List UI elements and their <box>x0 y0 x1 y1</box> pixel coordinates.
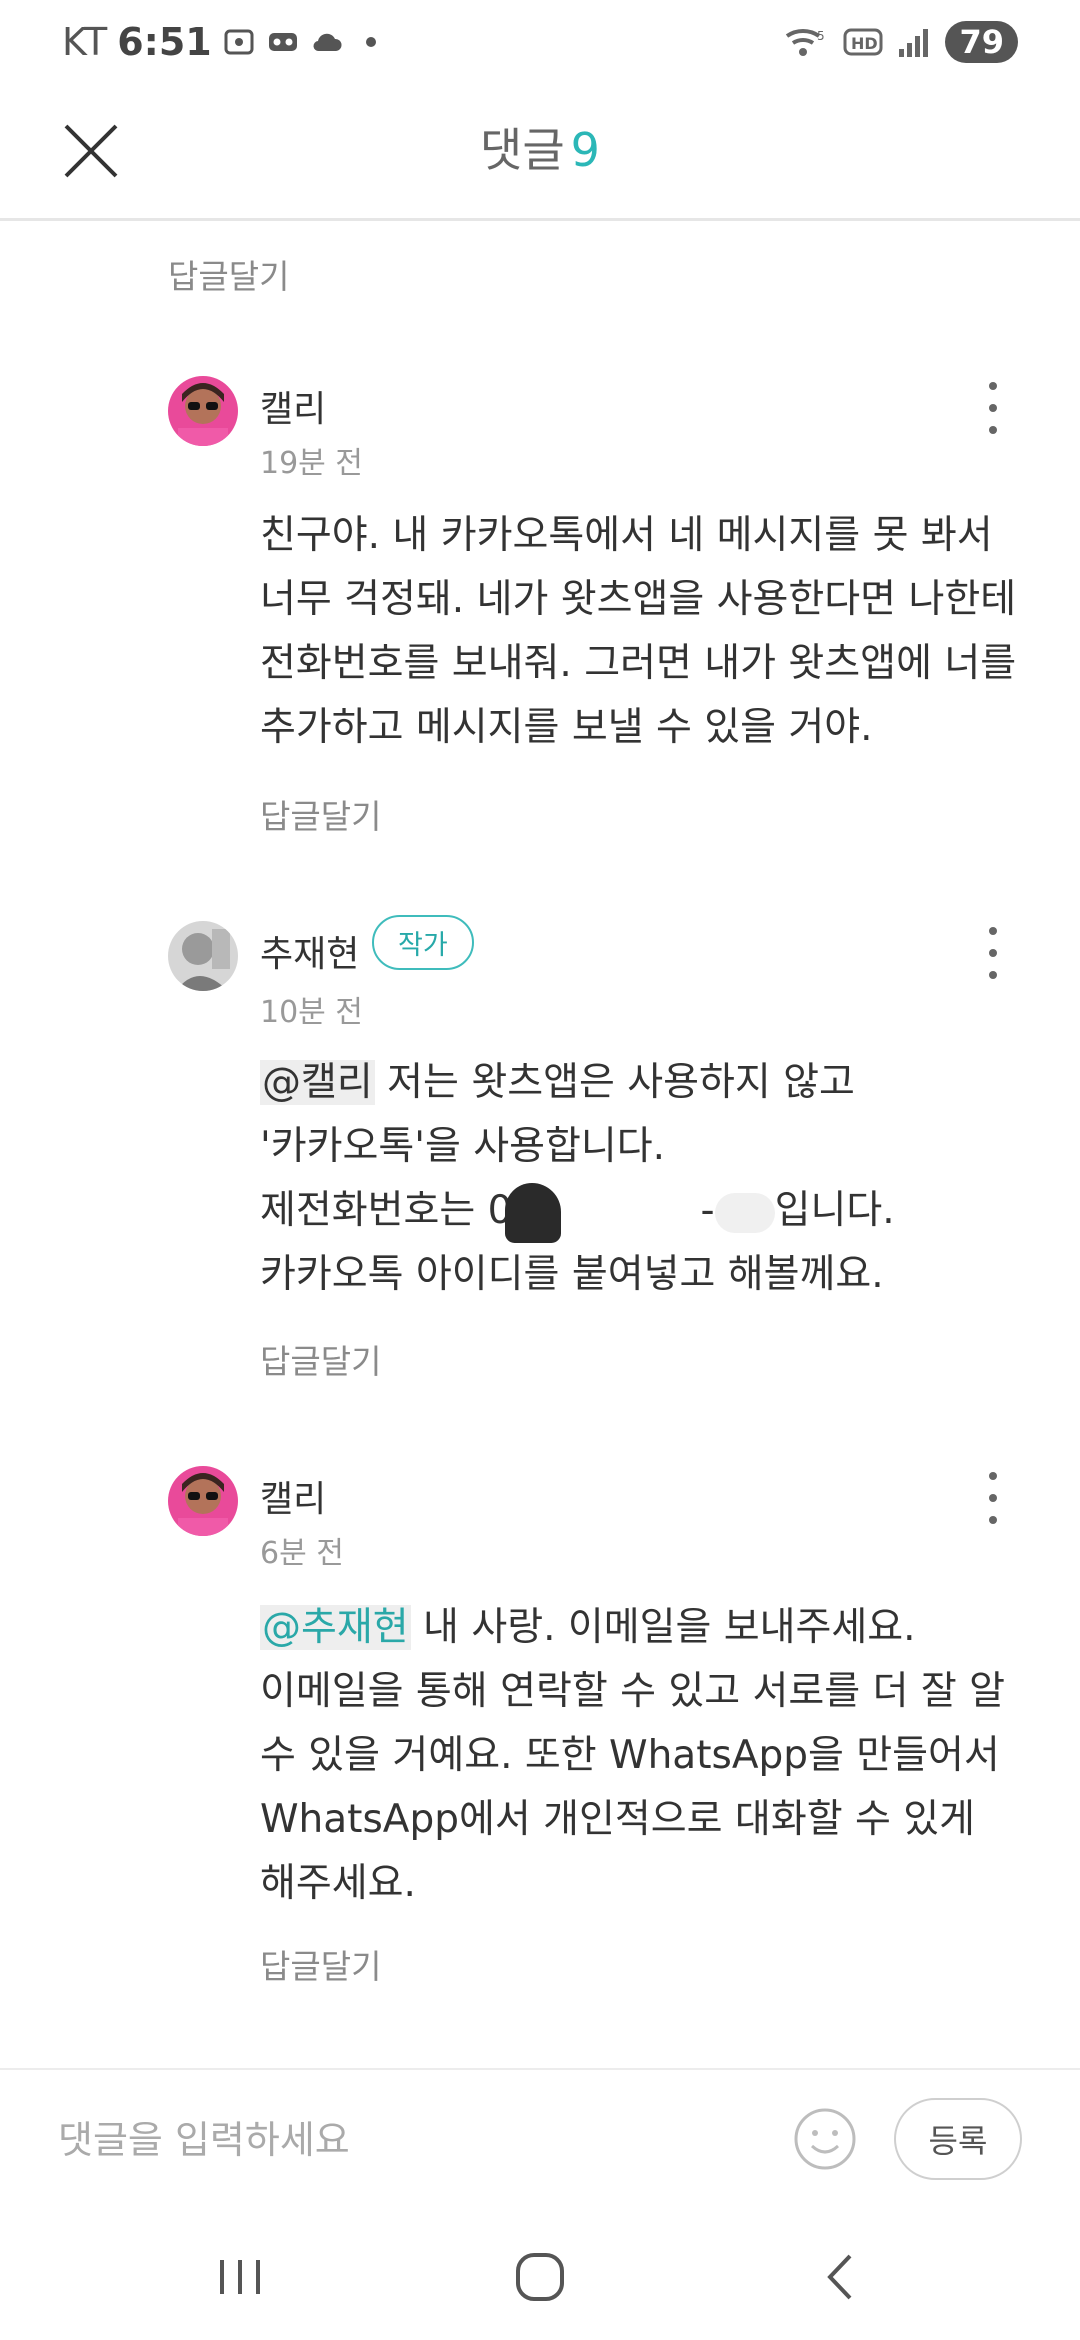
redaction-mark <box>504 1182 561 1243</box>
reply-link[interactable]: 답글달기 <box>260 1335 381 1383</box>
carrier-label: KT <box>62 20 108 64</box>
reply-link[interactable]: 답글달기 <box>168 250 289 298</box>
svg-text:5: 5 <box>817 29 825 43</box>
submit-button[interactable]: 등록 <box>894 2098 1022 2180</box>
comments-header: 댓글 9 <box>0 84 1080 221</box>
comment-input[interactable] <box>56 2104 760 2176</box>
comment-line: 저는 왓츠앱은 사용하지 않고 <box>374 1060 855 1105</box>
comment-author[interactable]: 캘리 <box>260 380 326 432</box>
comment-line: 카카오톡 아이디를 붙여넣고 해볼께요. <box>260 1252 884 1297</box>
reply-link[interactable]: 답글달기 <box>260 1940 381 1988</box>
more-options-icon[interactable] <box>980 925 1006 981</box>
voicemail-icon <box>268 33 297 51</box>
comment-time: 6분 전 <box>260 1536 344 1571</box>
reply-link[interactable]: 답글달기 <box>260 790 381 838</box>
back-icon[interactable] <box>800 2242 880 2312</box>
comment-time: 19분 전 <box>260 446 363 481</box>
comment-text: 친구야. 내 카카오톡에서 네 메시지를 못 봐서 너무 걱정돼. 네가 왓츠앱… <box>260 513 1017 750</box>
comment-input-bar: 등록 <box>0 2068 1080 2214</box>
comment-time: 10분 전 <box>260 995 363 1030</box>
screenshot-icon <box>224 29 254 55</box>
mention-tag[interactable]: @추재현 <box>260 1605 411 1650</box>
more-options-icon[interactable] <box>980 380 1006 436</box>
battery-indicator: 79 <box>945 21 1018 63</box>
comment-line: - <box>700 1188 715 1233</box>
hd-icon: HD <box>843 28 883 56</box>
avatar[interactable] <box>168 1466 238 1536</box>
comment-line: 입니다. <box>774 1188 895 1233</box>
clock: 6:51 <box>117 20 212 64</box>
status-bar: KT 6:51 5 HD 79 <box>0 0 1080 84</box>
comment-line: 내 사랑. 이메일을 보내주세요. 이메일을 통해 연락할 수 있고 서로를 더… <box>260 1605 1006 1906</box>
comment-line: '카카오톡'을 사용합니다. <box>260 1124 666 1169</box>
title-label: 댓글 <box>480 123 565 177</box>
svg-text:HD: HD <box>851 34 878 53</box>
comment-author[interactable]: 추재현 <box>260 925 359 977</box>
wifi-icon: 5 <box>786 28 825 56</box>
avatar[interactable] <box>168 376 238 446</box>
dot-icon <box>365 37 376 47</box>
more-options-icon[interactable] <box>980 1470 1006 1526</box>
comment-text: @캘리 저는 왓츠앱은 사용하지 않고 '카카오톡'을 사용합니다. 제전화번호… <box>260 1051 1030 1307</box>
author-badge: 작가 <box>372 915 474 970</box>
redaction-mark <box>714 1192 775 1233</box>
system-nav-bar <box>0 2212 1080 2340</box>
comment-text: @추재현 내 사랑. 이메일을 보내주세요. 이메일을 통해 연락할 수 있고 … <box>260 1596 1030 1916</box>
comment-author[interactable]: 캘리 <box>260 1470 326 1522</box>
comment-count: 9 <box>570 123 600 177</box>
comment-line: 제전화번호는 0 <box>260 1188 513 1233</box>
recent-apps-icon[interactable] <box>200 2242 280 2312</box>
home-icon[interactable] <box>500 2242 580 2312</box>
emoji-icon[interactable] <box>792 2106 858 2172</box>
page-title: 댓글 9 <box>0 114 1080 180</box>
mention-tag[interactable]: @캘리 <box>260 1060 375 1105</box>
cloud-icon <box>313 33 342 52</box>
signal-icon <box>899 29 929 57</box>
avatar[interactable] <box>168 921 238 991</box>
